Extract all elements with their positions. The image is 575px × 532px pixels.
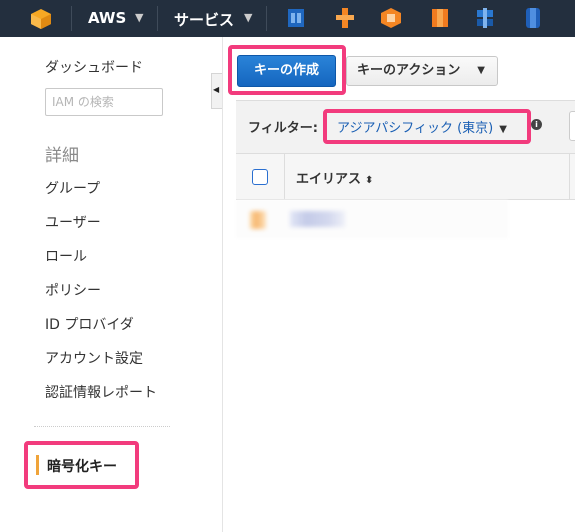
aws-cube-icon[interactable] [30,8,52,30]
chevron-down-icon[interactable]: ▼ [135,11,143,24]
sidebar-item-id-providers[interactable]: ID プロバイダ [45,314,134,334]
redacted-row-background [236,200,508,238]
column-header-label: エイリアス [296,172,362,187]
sidebar-item-label: 暗号化キー [47,459,117,475]
select-all-checkbox[interactable] [252,169,268,185]
iam-search-input[interactable] [45,88,163,116]
column-divider [569,154,570,200]
nav-divider [71,6,72,31]
sidebar-collapse-toggle[interactable]: ◀ [211,73,222,109]
redacted-alias-text [290,211,345,227]
sidebar-item-encryption-keys[interactable]: 暗号化キー [24,441,139,489]
chevron-left-icon: ◀ [213,85,220,94]
table-row[interactable] [236,200,508,238]
sidebar-item-policies[interactable]: ポリシー [45,280,101,300]
sidebar-item-credential-report[interactable]: 認証情報レポート [45,382,157,402]
redacted-status-icon [250,211,266,229]
create-key-button[interactable]: キーの作成 [237,55,336,87]
sidebar-item-groups[interactable]: グループ [45,178,100,198]
sidebar: ダッシュボード 詳細 グループ ユーザー ロール ポリシー ID プロバイダ ア… [0,37,223,532]
key-actions-dropdown[interactable]: キーのアクション ▼ [346,56,498,86]
caret-down-icon: ▼ [499,124,507,135]
chevron-down-icon[interactable]: ▼ [244,11,252,24]
sidebar-section-heading: 詳細 [45,146,79,166]
services-menu-label[interactable]: サービス [174,9,234,30]
region-selector[interactable]: アジアパシフィック (東京) ▼ [337,117,507,136]
filter-label: フィルター: [248,121,318,136]
sidebar-item-dashboard[interactable]: ダッシュボード [45,57,143,77]
table-header [236,154,575,200]
storage-icon[interactable] [429,7,451,29]
sort-icon: ⬍ [365,175,374,186]
sidebar-item-roles[interactable]: ロール [45,246,87,266]
nav-divider [266,6,267,31]
column-divider [284,154,285,200]
sidebar-divider [34,426,170,427]
sidebar-item-account-settings[interactable]: アカウント設定 [45,348,143,368]
key-actions-label: キーのアクション [357,63,461,78]
top-nav-bar: AWS ▼ サービス ▼ [0,0,575,37]
sidebar-item-users[interactable]: ユーザー [45,212,101,232]
region-value: アジアパシフィック (東京) [337,121,494,136]
nav-divider [157,6,158,31]
ec2-icon[interactable] [380,7,402,29]
active-indicator [36,455,39,475]
cloudformation-icon[interactable] [285,7,307,29]
dynamodb-icon[interactable] [522,7,544,29]
column-header-alias[interactable]: エイリアス ⬍ [296,168,373,187]
caret-down-icon: ▼ [477,65,485,76]
filter-search-input[interactable] [569,111,575,141]
info-icon[interactable]: i [531,119,542,130]
aws-menu-label[interactable]: AWS [88,9,126,27]
directconnect-icon[interactable] [474,7,496,29]
lambda-icon[interactable] [334,7,356,29]
